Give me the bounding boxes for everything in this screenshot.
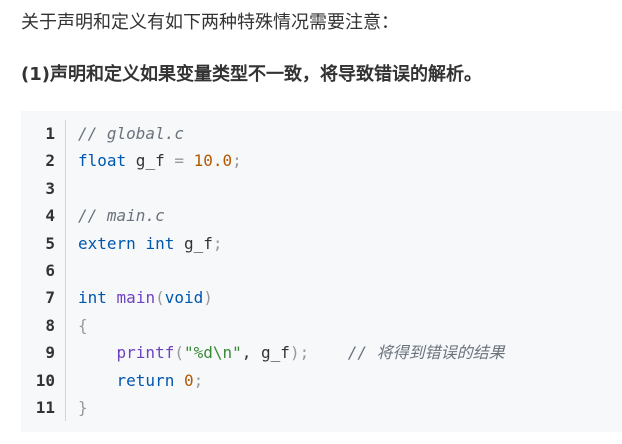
code-comment: // main.c <box>78 206 165 226</box>
code-identifier: g_f <box>174 233 213 253</box>
section-heading: (1)声明和定义如果变量类型不一致，将导致错误的解析。 <box>21 64 482 85</box>
code-keyword: int <box>78 288 107 308</box>
code-comment: // 将得到错误的结果 <box>347 343 505 363</box>
code-line: 2 float g_f = 10.0; <box>21 147 622 175</box>
code-text: } <box>66 394 88 421</box>
code-line: 11 } <box>21 393 622 422</box>
code-keyword: void <box>164 288 204 308</box>
code-line: 4 // main.c <box>21 202 622 230</box>
line-number: 1 <box>21 120 66 148</box>
line-number: 3 <box>21 174 66 203</box>
line-number: 9 <box>21 339 66 367</box>
code-punctuation: ; <box>212 233 223 253</box>
code-brace: } <box>78 397 88 417</box>
code-brace: { <box>78 315 88 335</box>
code-punctuation: ; <box>193 370 204 390</box>
code-text: int main(void) <box>66 284 213 311</box>
code-text: // main.c <box>66 202 165 229</box>
code-line: 1 // global.c <box>21 120 622 148</box>
code-operator: = <box>174 151 184 171</box>
code-text: extern int g_f; <box>66 230 223 257</box>
code-line: 6 <box>21 256 622 285</box>
code-identifier: g_f <box>126 151 175 171</box>
code-function: printf <box>116 343 175 363</box>
code-text: { <box>66 312 88 339</box>
code-keyword: float <box>78 151 127 171</box>
code-line: 9 printf("%d\n", g_f); // 将得到错误的结果 <box>21 339 622 367</box>
code-keyword: extern <box>78 233 136 253</box>
code-text: // global.c <box>66 120 184 147</box>
code-string: "%d\n" <box>183 343 242 363</box>
code-function: main <box>116 288 156 308</box>
code-text: return 0; <box>66 367 204 394</box>
code-text: printf("%d\n", g_f); // 将得到错误的结果 <box>66 339 505 366</box>
code-line: 8 { <box>21 311 622 340</box>
code-line: 5 extern int g_f; <box>21 229 622 257</box>
code-punctuation: ( <box>155 288 165 308</box>
code-number: 10.0 <box>193 151 233 171</box>
code-number: 0 <box>183 370 194 390</box>
code-line: 10 return 0; <box>21 366 622 394</box>
line-number: 8 <box>21 311 66 340</box>
intro-text: 关于声明和定义有如下两种特殊情况需要注意： <box>21 12 399 33</box>
code-punctuation: ) <box>203 288 213 308</box>
line-number: 7 <box>21 284 66 312</box>
code-line: 3 <box>21 174 622 203</box>
code-text: float g_f = 10.0; <box>66 147 242 174</box>
code-block: 1 // global.c 2 float g_f = 10.0; 3 4 //… <box>21 111 622 432</box>
code-punctuation: ; <box>232 151 242 171</box>
code-punctuation: ); <box>289 343 310 363</box>
line-number: 11 <box>21 393 66 422</box>
line-number: 4 <box>21 202 66 230</box>
code-punctuation: ( <box>174 343 184 363</box>
line-number: 10 <box>21 366 66 394</box>
line-number: 6 <box>21 256 66 285</box>
line-number: 2 <box>21 147 66 175</box>
code-keyword: return <box>116 370 175 390</box>
code-comment: // global.c <box>78 124 184 143</box>
code-arguments: , g_f <box>241 343 290 363</box>
code-keyword: int <box>145 233 175 253</box>
code-line: 7 int main(void) <box>21 284 622 312</box>
line-number: 5 <box>21 229 66 257</box>
